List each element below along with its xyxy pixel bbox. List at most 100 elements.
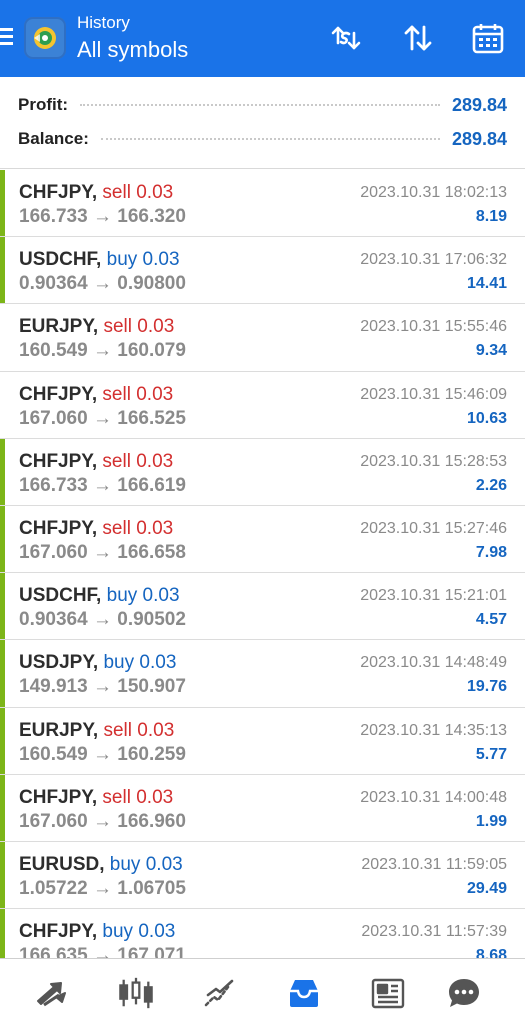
deal-volume: 0.03 [137,316,175,338]
deal-prices: 166.635 → 167.071 [19,945,186,958]
history-inbox-icon[interactable] [286,975,322,1011]
deal-volume: 0.03 [139,652,177,674]
deal-volume: 0.03 [142,249,180,271]
balance-label: Balance: [18,129,89,148]
deal-open-price: 166.733 [19,206,88,227]
app-logo [24,17,66,59]
deal-open-price: 166.635 [19,945,88,958]
balance-value: 289.84 [451,128,507,149]
deal-marker [0,505,5,573]
deal-row[interactable]: CHFJPY, sell 0.03 167.060 → 166.960 2023.1… [0,774,525,842]
deal-prices: 160.549 → 160.259 [19,744,186,766]
profit-row: Profit: 289.84 [18,92,507,118]
deal-symbol: EURJPY, [19,719,99,741]
deal-symbol: CHFJPY, [19,921,98,943]
deal-close-price: 166.320 [117,206,186,227]
sort-icon[interactable] [400,20,436,56]
deal-close-price: 166.619 [117,474,186,496]
deal-time: 2023.10.31 11:59:05 [361,855,507,873]
deal-row[interactable]: EURJPY, sell 0.03 160.549 → 160.259 2023.1… [0,707,525,775]
calendar-icon[interactable] [470,20,506,56]
arrow-right-icon: → [92,407,112,429]
deal-marker [0,170,5,237]
deal-row[interactable]: EURUSD, buy 0.03 1.05722 → 1.06705 2023.10… [0,841,525,910]
deal-open-price: 149.913 [19,676,88,698]
deal-prices: 167.060 → 166.658 [19,542,186,564]
deal-symbol: EURUSD, [19,853,105,875]
deal-volume: 0.03 [142,585,180,607]
deal-side: sell [102,383,131,405]
deal-time: 2023.10.31 11:57:39 [361,923,507,941]
deal-row[interactable]: CHFJPY, buy 0.03 166.635 → 167.071 2023.10… [0,909,525,958]
menu-icon[interactable] [0,28,14,48]
deal-row[interactable]: CHFJPY, sell 0.03 166.733 → 166.619 2023.1… [0,438,525,506]
deal-symbol-line: USDCHF, buy 0.03 [19,585,180,607]
deal-row[interactable]: CHFJPY, sell 0.03 167.060 → 166.658 2023.1… [0,505,525,574]
arrow-right-icon: → [92,743,112,765]
deal-symbol: USDJPY, [19,652,99,674]
deal-volume: 0.03 [138,921,176,943]
deal-profit: 8.68 [475,947,507,958]
deal-row[interactable]: USDJPY, buy 0.03 149.913 → 150.907 2023.10… [0,640,525,708]
deal-list[interactable]: CHFJPY, sell 0.03 166.733 → 166.320 2023.1… [0,170,525,958]
deal-symbol-line: CHFJPY, sell 0.03 [19,182,173,204]
deal-symbol-line: EURUSD, buy 0.03 [19,854,183,876]
deal-row[interactable]: EURJPY, sell 0.03 160.549 → 160.079 2023.1… [0,304,525,372]
deal-open-price: 167.060 [19,541,88,563]
chat-icon[interactable] [446,975,482,1011]
deal-side: buy [106,249,138,271]
news-icon[interactable] [370,975,406,1011]
deal-side: buy [103,652,135,674]
deal-close-price: 166.960 [117,810,186,832]
deal-close-price: 160.079 [117,340,186,362]
deal-marker [0,774,5,841]
deal-open-price: 0.90364 [19,609,88,631]
bottom-nav [0,958,525,1024]
deal-prices: 167.060 → 166.525 [19,408,186,430]
deal-profit: 9.34 [475,342,507,360]
deal-side: sell [102,182,131,203]
deal-profit: 7.98 [475,543,507,561]
trade-arrows-icon[interactable] [34,975,70,1011]
deal-time: 2023.10.31 14:00:48 [360,788,507,806]
deal-row[interactable]: CHFJPY, sell 0.03 167.060 → 166.525 2023.1… [0,372,525,439]
deal-open-price: 167.060 [19,407,88,429]
deal-volume: 0.03 [136,517,174,539]
deal-prices: 0.90364 → 0.90502 [19,609,186,631]
deal-time: 2023.10.31 15:28:53 [360,452,507,470]
deal-row[interactable]: USDCHF, buy 0.03 0.90364 → 0.90800 2023.10… [0,237,525,305]
chart-line-icon[interactable] [202,975,238,1011]
deal-profit: 2.26 [475,476,507,494]
deal-row[interactable]: USDCHF, buy 0.03 0.90364 → 0.90502 2023.10… [0,573,525,641]
deal-row[interactable]: CHFJPY, sell 0.03 166.733 → 166.320 2023.1… [0,170,525,238]
deal-close-price: 166.525 [117,407,186,429]
deal-prices: 166.733 → 166.619 [19,475,186,497]
deal-symbol-line: EURJPY, sell 0.03 [19,720,174,742]
deal-marker [0,438,5,505]
deal-side: buy [102,921,134,943]
deal-symbol-line: CHFJPY, sell 0.03 [19,451,173,473]
deal-marker [0,237,5,304]
deal-profit: 10.63 [466,409,507,427]
deal-time: 2023.10.31 17:06:32 [360,251,507,269]
deal-volume: 0.03 [136,786,174,808]
deal-volume: 0.03 [137,719,175,741]
deal-close-price: 160.259 [117,743,186,765]
dotted-leader [100,138,440,140]
deal-symbol: CHFJPY, [19,786,98,808]
deal-profit: 5.77 [475,745,507,763]
arrow-right-icon: → [92,541,112,563]
deal-symbol-line: CHFJPY, buy 0.03 [19,921,175,943]
candlestick-icon[interactable] [118,975,154,1011]
currency-exchange-icon[interactable] [328,20,364,56]
deal-symbol: USDCHF, [19,249,102,271]
deal-close-price: 167.071 [117,945,186,958]
header-title[interactable]: All symbols [77,35,188,65]
dotted-leader [80,104,440,106]
deal-prices: 160.549 → 160.079 [19,340,186,362]
deal-time: 2023.10.31 15:21:01 [360,587,507,605]
deal-profit: 8.19 [475,208,507,225]
deal-side: buy [109,853,141,875]
deal-symbol-line: CHFJPY, sell 0.03 [19,787,173,809]
deal-profit: 1.99 [475,812,507,830]
